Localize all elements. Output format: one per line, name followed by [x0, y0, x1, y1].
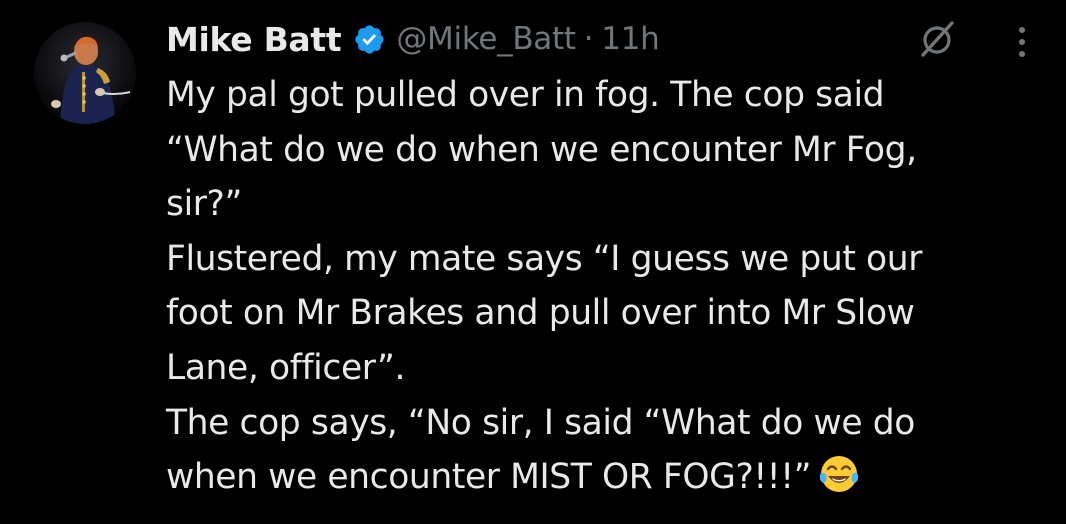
separator-dot: ·	[583, 21, 594, 57]
tweet-header: Mike Batt @Mike_Batt · 11h	[166, 14, 660, 64]
tweet-text: My pal got pulled over in fog. The cop s…	[166, 68, 1046, 505]
avatar[interactable]	[34, 22, 136, 124]
author-name[interactable]: Mike Batt	[166, 20, 342, 59]
tweet[interactable]: Mike Batt @Mike_Batt · 11h My pal got pu…	[0, 0, 1066, 524]
tweet-line: Flustered, my mate says “I guess we put …	[166, 238, 922, 279]
grok-icon[interactable]	[916, 18, 958, 60]
tweet-line: “What do we do when we encounter Mr Fog,	[166, 129, 917, 170]
tweet-line: Lane, officer”.	[166, 347, 406, 388]
tweet-line: The cop says, “No sir, I said “What do w…	[166, 402, 915, 443]
tweet-line: foot on Mr Brakes and pull over into Mr …	[166, 293, 915, 334]
tweet-line: sir?”	[166, 184, 242, 225]
verified-badge-icon[interactable]	[353, 23, 386, 56]
avatar-photo	[34, 22, 136, 124]
author-handle[interactable]: @Mike_Batt	[396, 21, 576, 57]
tweet-line-last: when we encounter MIST OR FOG?!!!”	[166, 450, 1046, 505]
tweet-line: My pal got pulled over in fog. The cop s…	[166, 75, 885, 115]
more-options-icon[interactable]	[1010, 22, 1034, 62]
face-with-tears-of-joy-emoji	[820, 456, 859, 493]
tweet-line: when we encounter MIST OR FOG?!!!”	[166, 457, 812, 498]
timestamp[interactable]: 11h	[601, 21, 660, 57]
